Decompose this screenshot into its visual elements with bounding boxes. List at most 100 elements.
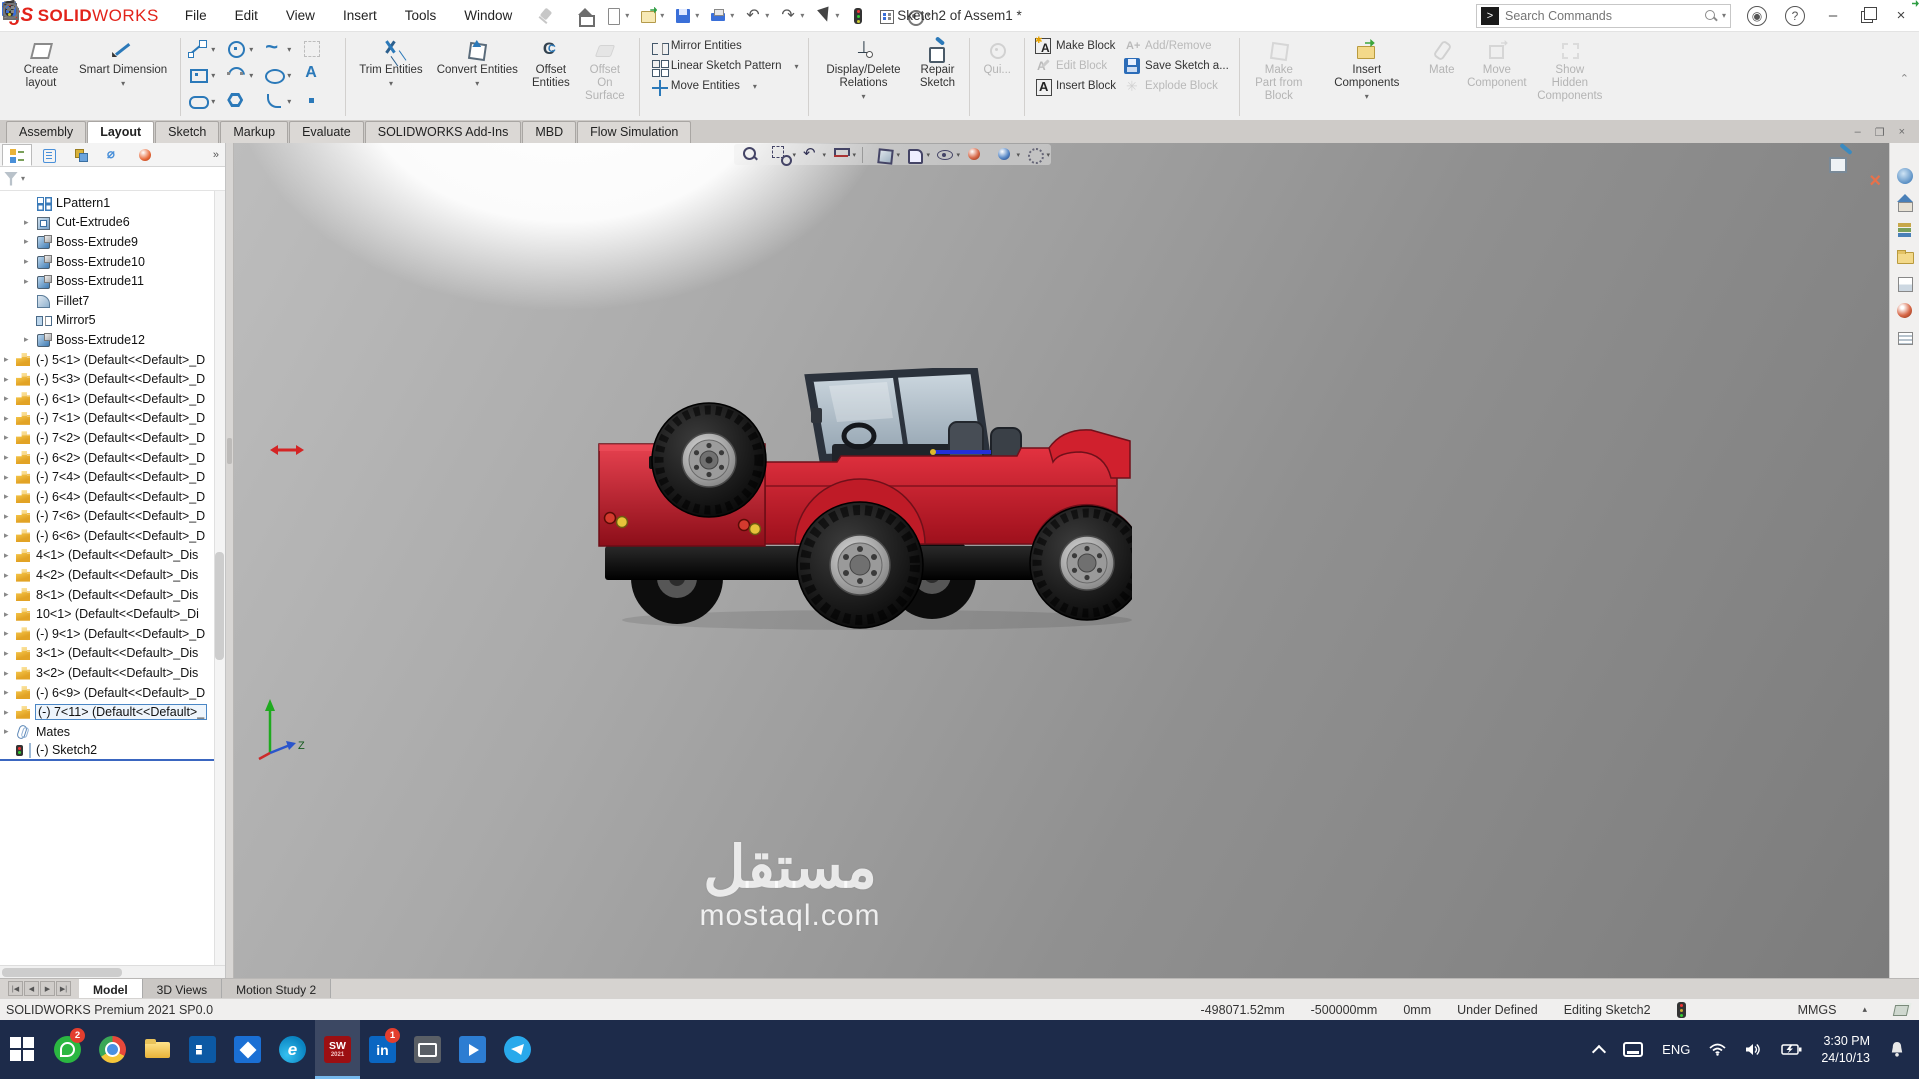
last-tab-icon[interactable]: ▶|	[56, 981, 71, 996]
repair-sketch-button[interactable]: Repair Sketch	[911, 36, 963, 93]
quick-access-button[interactable]	[572, 4, 598, 28]
quick-access-button[interactable]: ▾	[775, 4, 808, 28]
tree-item[interactable]: ▸ Boss-Extrude9	[0, 232, 225, 252]
tray-expand-icon[interactable]	[1592, 1044, 1607, 1059]
expand-arrow-icon[interactable]: ▸	[4, 648, 16, 659]
pin-icon[interactable]	[534, 7, 556, 25]
view-tool-icon[interactable]: ▾	[936, 146, 960, 163]
panel-tab[interactable]	[34, 144, 64, 166]
model-tab[interactable]: Motion Study 2	[222, 979, 332, 998]
trim-entities-button[interactable]: Trim Entities ▾	[352, 36, 429, 91]
sketch-text-icon[interactable]	[301, 64, 323, 86]
expand-arrow-icon[interactable]: ▸	[4, 472, 16, 483]
tree-item[interactable]: ▸ Cut-Extrude6	[0, 213, 225, 233]
view-tool-icon[interactable]	[966, 146, 983, 163]
search-input[interactable]	[1505, 8, 1704, 23]
tree-item[interactable]: ▸ 3<2> (Default<<Default>_Dis	[0, 663, 225, 683]
quick-access-button[interactable]: ▾	[901, 4, 934, 28]
quick-access-button[interactable]: ▾	[705, 4, 738, 28]
first-tab-icon[interactable]: |◀	[8, 981, 23, 996]
ribbon-collapse-icon[interactable]: ⌃	[1900, 72, 1909, 85]
save-sketch-as-block-button[interactable]: Save Sketch a...	[1120, 56, 1233, 76]
account-icon[interactable]: ◉	[1747, 5, 1767, 26]
view-tool-icon[interactable]: ▾	[832, 146, 856, 163]
notifications-icon[interactable]	[1889, 1041, 1905, 1058]
tree-item[interactable]: ▸ (-) 7<6> (Default<<Default>_D	[0, 507, 225, 527]
tree-item[interactable]: Mirror5	[0, 311, 225, 331]
tree-item[interactable]: ▸ Boss-Extrude11	[0, 271, 225, 291]
taskbar-app-icon[interactable]: 2	[45, 1020, 90, 1079]
tree-item[interactable]: ▸ (-) 5<3> (Default<<Default>_D	[0, 369, 225, 389]
quick-access-button[interactable]: ▾	[670, 4, 703, 28]
display-delete-relations-button[interactable]: Display/Delete Relations▾	[815, 36, 911, 105]
command-tab[interactable]: Assembly	[6, 121, 87, 143]
command-search[interactable]: > ▾	[1476, 3, 1731, 28]
tree-item[interactable]: ▸ (-) 7<4> (Default<<Default>_D	[0, 467, 225, 487]
command-tab[interactable]: Markup	[220, 121, 289, 143]
tree-item[interactable]: ▸ (-) 6<2> (Default<<Default>_D	[0, 448, 225, 468]
tree-item[interactable]: ▸ Boss-Extrude12	[0, 330, 225, 350]
view-tool-icon[interactable]: ▾	[772, 146, 796, 166]
scrollbar-thumb[interactable]	[215, 552, 224, 660]
taskbar-app-icon[interactable]	[405, 1020, 450, 1079]
expand-arrow-icon[interactable]: ▸	[4, 491, 16, 502]
taskbar-app-icon[interactable]	[450, 1020, 495, 1079]
volume-icon[interactable]	[1745, 1043, 1762, 1056]
touchpad-icon[interactable]	[1623, 1042, 1644, 1057]
model-tab[interactable]: 3D Views	[142, 979, 223, 998]
taskbar-app-icon[interactable]	[90, 1020, 135, 1079]
mirror-entities-button[interactable]: Mirror Entities	[646, 36, 803, 56]
menu-item[interactable]: File	[173, 2, 219, 29]
wifi-icon[interactable]	[1709, 1043, 1726, 1056]
taskbar-app-icon[interactable]: e	[270, 1020, 315, 1079]
expand-arrow-icon[interactable]: ▸	[24, 256, 36, 267]
expand-arrow-icon[interactable]: ▸	[4, 609, 16, 620]
expand-arrow-icon[interactable]: ▸	[4, 393, 16, 404]
expand-arrow-icon[interactable]: ▸	[4, 530, 16, 541]
taskbar-app-icon[interactable]	[180, 1020, 225, 1079]
taskbar-app-icon[interactable]	[225, 1020, 270, 1079]
taskbar-app-icon[interactable]	[135, 1020, 180, 1079]
panel-tab[interactable]	[130, 144, 160, 166]
point-tool-icon[interactable]	[301, 90, 323, 112]
unit-system[interactable]: MMGS	[1798, 1003, 1837, 1017]
arc-tool-icon[interactable]	[225, 64, 247, 86]
menu-item[interactable]: Insert	[331, 2, 389, 29]
menu-item[interactable]: View	[274, 2, 327, 29]
tree-item[interactable]: Fillet7	[0, 291, 225, 311]
doc-restore-icon[interactable]: ❐	[1875, 126, 1885, 139]
doc-close-icon[interactable]: ×	[1899, 126, 1905, 139]
quick-access-button[interactable]: ▾	[740, 4, 773, 28]
taskbar-app-icon[interactable]	[0, 1020, 45, 1079]
model-tab[interactable]: Model	[79, 979, 143, 998]
prev-tab-icon[interactable]: ◀	[24, 981, 39, 996]
task-pane-icon[interactable]	[1896, 194, 1914, 212]
command-tab[interactable]: Evaluate	[289, 121, 364, 143]
expand-arrow-icon[interactable]: ▸	[4, 354, 16, 365]
view-tool-icon[interactable]: ▾	[906, 146, 930, 164]
ellipse-tool-icon[interactable]	[263, 64, 286, 86]
expand-arrow-icon[interactable]: ▸	[4, 570, 16, 581]
panel-tab[interactable]	[2, 143, 32, 166]
battery-icon[interactable]	[1781, 1043, 1802, 1056]
expand-arrow-icon[interactable]: ▸	[4, 550, 16, 561]
slot-tool-icon[interactable]	[187, 90, 210, 112]
quick-access-button[interactable]: ▾	[635, 4, 668, 28]
expand-arrow-icon[interactable]: ▸	[24, 217, 36, 228]
menu-item[interactable]: Tools	[393, 2, 449, 29]
task-pane-icon[interactable]	[1896, 329, 1914, 347]
insert-block-button[interactable]: Insert Block	[1031, 76, 1120, 96]
tree-item[interactable]: ▸ Boss-Extrude10	[0, 252, 225, 272]
tree-filter[interactable]: ▾	[0, 167, 225, 191]
command-tab[interactable]: Layout	[87, 121, 155, 143]
spline-tool-icon[interactable]	[263, 34, 285, 60]
tree-item[interactable]: ▸ Mates	[0, 722, 225, 742]
task-pane-icon[interactable]	[1896, 167, 1914, 185]
help-icon[interactable]: ?	[1785, 5, 1805, 26]
panel-splitter[interactable]	[226, 143, 234, 978]
expand-arrow-icon[interactable]: ▸	[4, 374, 16, 385]
tree-vertical-scrollbar[interactable]	[214, 191, 225, 965]
command-tab[interactable]: Sketch	[155, 121, 220, 143]
cancel-sketch-icon[interactable]: ×	[1869, 171, 1881, 191]
move-entities-button[interactable]: Move Entities ▾	[646, 76, 803, 96]
